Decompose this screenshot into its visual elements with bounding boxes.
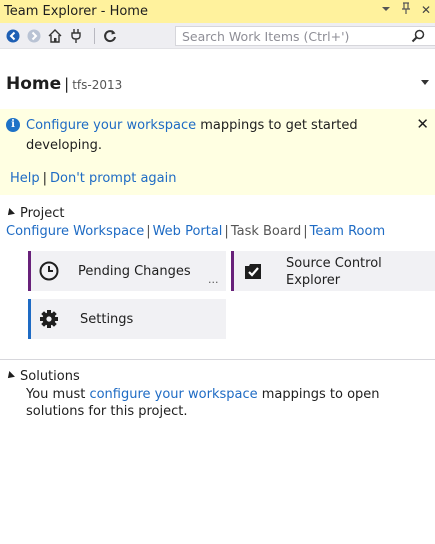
link-separator: | [42,171,48,186]
window-titlebar: Team Explorer - Home ✕ [0,0,435,23]
solutions-text-before: You must [26,387,90,402]
more-options-icon[interactable]: ... [208,273,219,286]
pending-changes-label: Pending Changes [78,264,191,279]
toolbar-separator [94,27,95,44]
page-header[interactable]: Home | tfs-2013 [0,74,435,100]
web-portal-link[interactable]: Web Portal [153,224,223,239]
server-name: tfs-2013 [72,78,123,92]
home-icon[interactable] [46,27,64,45]
expand-collapse-icon[interactable] [5,207,15,218]
close-icon[interactable]: ✕ [419,2,433,18]
connect-icon[interactable] [67,27,85,45]
page-menu-chevron-down-icon[interactable] [421,80,429,85]
info-banner: i Configure your workspace mappings to g… [0,109,435,195]
banner-message: Configure your workspace mappings to get… [26,116,406,156]
solutions-section-title: Solutions [20,369,80,384]
link-separator: | [224,224,229,239]
dont-prompt-again-link[interactable]: Don't prompt again [50,171,176,186]
solutions-section-header[interactable]: Solutions [5,369,80,384]
source-control-explorer-label: Source Control Explorer [286,256,382,288]
forward-icon[interactable] [25,27,43,45]
window-title: Team Explorer - Home [4,4,148,19]
dropdown-arrow-icon[interactable] [379,2,393,18]
settings-tile[interactable]: Settings [28,299,226,339]
project-section-header[interactable]: Project [5,206,65,221]
task-board-label: Task Board [230,224,302,239]
expand-collapse-icon[interactable] [5,370,15,381]
page-title: Home [6,74,62,94]
search-placeholder: Search Work Items (Ctrl+') [182,28,350,44]
tile-accent [28,299,31,339]
banner-close-icon[interactable]: ✕ [416,115,429,133]
title-separator: | [64,75,70,93]
gear-icon [38,308,60,330]
source-control-icon [242,261,264,283]
tile-accent [231,251,234,291]
help-link[interactable]: Help [10,171,40,186]
search-icon[interactable] [410,28,426,44]
project-section-title: Project [20,206,65,221]
configure-workspace-project-link[interactable]: Configure Workspace [6,224,144,239]
search-work-items-input[interactable]: Search Work Items (Ctrl+') [175,26,435,46]
section-divider [0,359,435,360]
pin-icon[interactable] [399,2,413,18]
toolbar: Search Work Items (Ctrl+') [0,23,435,49]
tile-accent [28,251,31,291]
source-control-explorer-tile[interactable]: Source Control Explorer [231,251,435,291]
project-links: Configure Workspace | Web Portal | Task Boar… [6,224,385,239]
refresh-icon[interactable] [101,27,119,45]
back-icon[interactable] [4,27,22,45]
configure-workspace-link[interactable]: Configure your workspace [26,118,196,133]
clock-icon [38,260,60,282]
window-controls: ✕ [379,2,433,18]
info-icon: i [6,118,20,132]
settings-label: Settings [80,312,134,327]
solutions-message: You must configure your workspace mappin… [26,386,426,420]
configure-workspace-solutions-link[interactable]: configure your workspace [89,387,257,402]
link-separator: | [146,224,151,239]
link-separator: | [303,224,308,239]
pending-changes-tile[interactable]: Pending Changes ... [28,251,226,291]
banner-links: Help | Don't prompt again [10,171,176,186]
team-room-link[interactable]: Team Room [310,224,386,239]
